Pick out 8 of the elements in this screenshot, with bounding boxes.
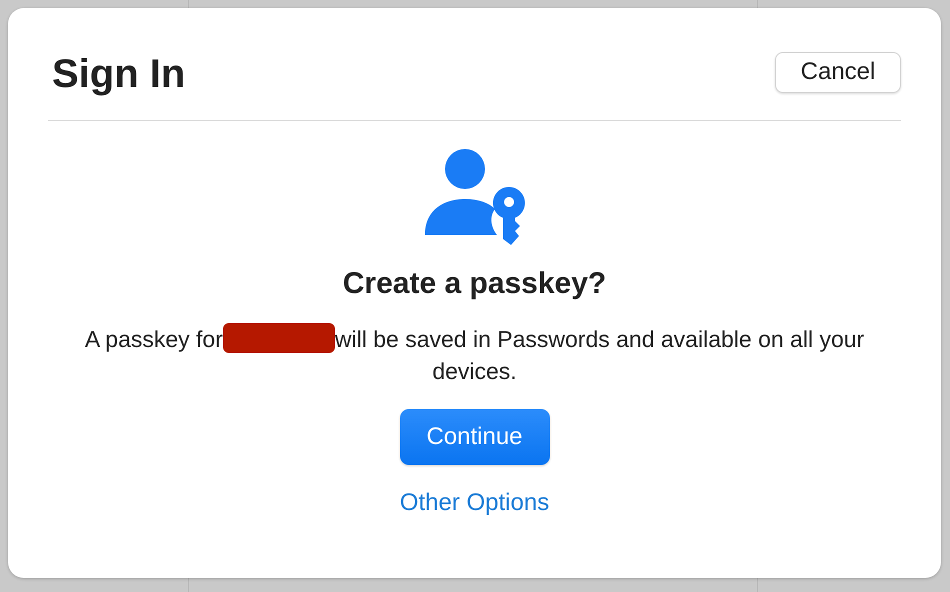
message-text: will be saved in Passwords and available on all your devices. xyxy=(334,326,864,384)
dialog-title: Sign In xyxy=(52,52,186,96)
continue-button[interactable]: Continue xyxy=(400,409,550,465)
person-key-icon xyxy=(422,147,526,247)
cancel-button[interactable]: Cancel xyxy=(775,52,901,92)
dialog-heading: Create a passkey? xyxy=(342,267,606,301)
message-text: A passkey for xyxy=(84,326,223,352)
other-options-link[interactable]: Other Options xyxy=(400,489,550,517)
